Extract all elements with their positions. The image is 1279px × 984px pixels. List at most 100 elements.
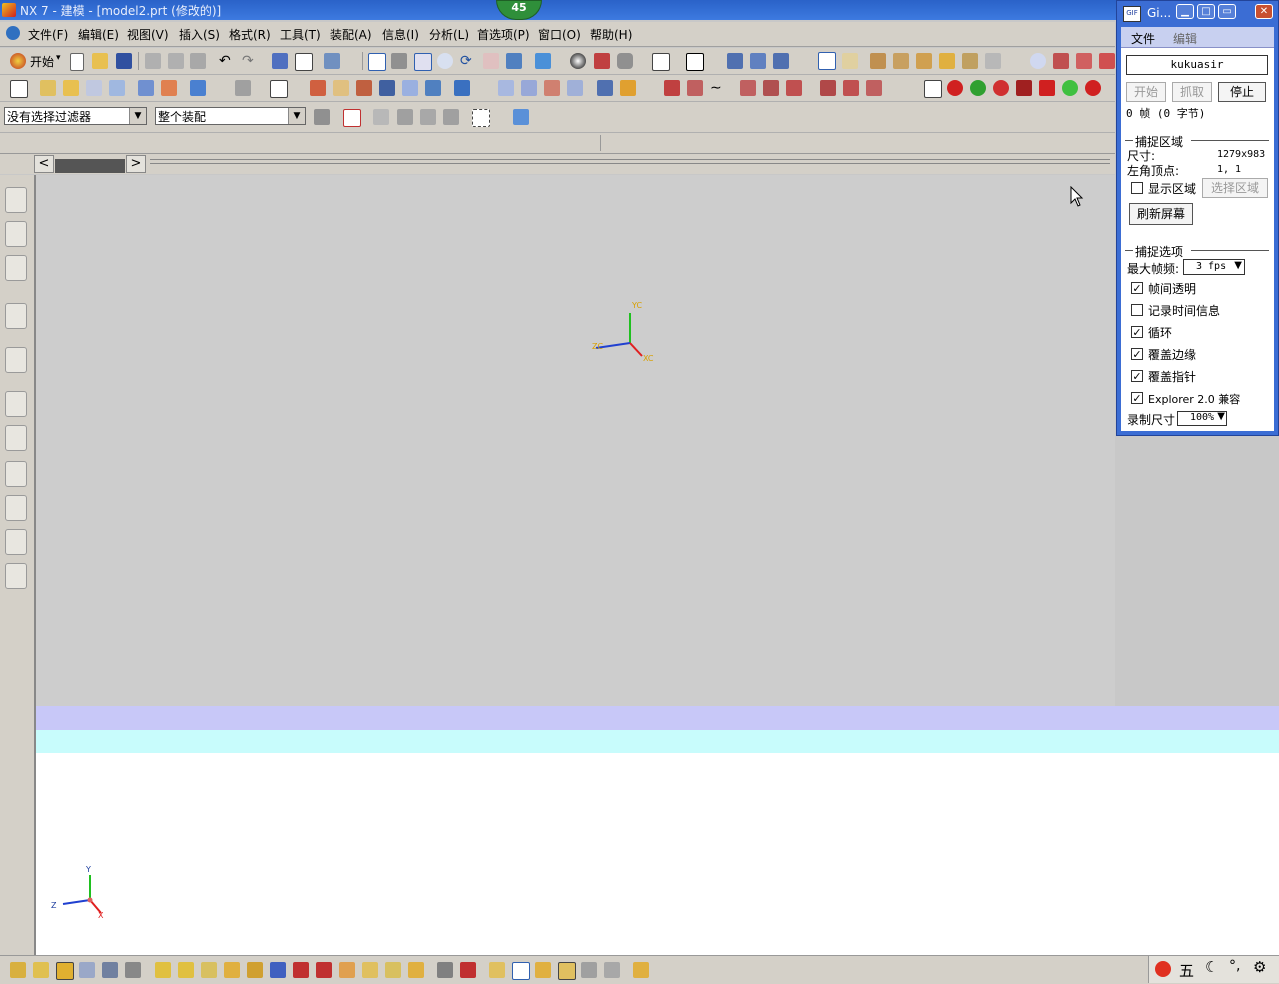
assy-link-icon[interactable]: [178, 962, 194, 978]
select-curve-icon[interactable]: [443, 109, 459, 125]
fillet-icon[interactable]: [843, 80, 859, 96]
offset-icon[interactable]: [425, 80, 441, 96]
chevron-down-icon[interactable]: ▼: [1217, 411, 1225, 422]
assy-expl-icon[interactable]: [201, 962, 217, 978]
cone-icon[interactable]: [1039, 80, 1055, 96]
punctuation-icon[interactable]: °,: [1229, 958, 1240, 974]
perspective-icon[interactable]: [506, 53, 522, 69]
start-button-label[interactable]: 开始: [30, 53, 54, 70]
menu-insert[interactable]: 插入(S): [179, 26, 220, 43]
surface1-icon[interactable]: [498, 80, 514, 96]
surface4-icon[interactable]: [567, 80, 583, 96]
gear-icon[interactable]: ⚙: [1253, 958, 1266, 976]
cover-pointer-checkbox[interactable]: ✓: [1131, 370, 1143, 382]
extrude-icon[interactable]: [310, 80, 326, 96]
book-icon[interactable]: [379, 80, 395, 96]
green-blob-icon[interactable]: [1062, 80, 1078, 96]
filter-gear-icon[interactable]: [314, 109, 330, 125]
process-studio-icon[interactable]: [5, 495, 27, 521]
save-icon[interactable]: [116, 53, 132, 69]
snap-point-icon[interactable]: [343, 109, 361, 127]
max-fps-select[interactable]: 3 fps ▼: [1183, 259, 1245, 275]
start-icon[interactable]: [10, 53, 26, 69]
assy-weld-icon[interactable]: [293, 962, 309, 978]
select-face-icon[interactable]: [397, 109, 413, 125]
bridge-icon[interactable]: [820, 80, 836, 96]
palette-icon[interactable]: [5, 347, 27, 373]
select-edge-icon[interactable]: [420, 109, 436, 125]
scroll-left-button[interactable]: <: [34, 155, 54, 173]
assy-new-icon[interactable]: [33, 962, 49, 978]
red-star-icon[interactable]: [947, 80, 963, 96]
assy-array-icon[interactable]: [79, 962, 95, 978]
green-ring-icon[interactable]: [970, 80, 986, 96]
rect-select-icon[interactable]: [472, 109, 490, 127]
menu-info[interactable]: 信息(I): [382, 26, 419, 43]
slot-icon[interactable]: [138, 80, 154, 96]
undo-icon[interactable]: ↶: [219, 53, 235, 69]
loop-checkbox[interactable]: ✓: [1131, 326, 1143, 338]
select-area-button[interactable]: 选择区域: [1202, 178, 1268, 198]
scroll-right-button[interactable]: >: [126, 155, 146, 173]
wave-icon[interactable]: ∼: [710, 80, 726, 96]
gif-capture-button[interactable]: 抓取: [1172, 82, 1212, 102]
angle-icon[interactable]: [916, 53, 932, 69]
cover-edge-checkbox[interactable]: ✓: [1131, 348, 1143, 360]
cylinder-icon[interactable]: [1016, 80, 1032, 96]
assy-seq-icon[interactable]: [224, 962, 240, 978]
groove-icon[interactable]: [161, 80, 177, 96]
assy-add-icon[interactable]: [10, 962, 26, 978]
menu-file[interactable]: 文件(F): [28, 26, 68, 43]
gif-stop-button[interactable]: 停止: [1218, 82, 1266, 102]
close-icon[interactable]: ✕: [1255, 4, 1273, 19]
sketch-icon[interactable]: [740, 80, 756, 96]
menu-tools[interactable]: 工具(T): [280, 26, 321, 43]
cut-icon[interactable]: [145, 53, 161, 69]
snap2-icon[interactable]: [750, 53, 766, 69]
explorer-compat-checkbox[interactable]: ✓: [1131, 392, 1143, 404]
constraint-navigator-icon[interactable]: [5, 221, 27, 247]
ime-mode-label[interactable]: 五: [1179, 960, 1194, 981]
frame-transparent-checkbox[interactable]: ✓: [1131, 282, 1143, 294]
doc-icon[interactable]: [924, 80, 942, 98]
knowledge-icon[interactable]: [5, 461, 27, 487]
assy-bolt-icon[interactable]: [316, 962, 332, 978]
history-icon[interactable]: [5, 391, 27, 417]
shell-icon[interactable]: [454, 80, 470, 96]
selection-icon[interactable]: [324, 53, 340, 69]
nx-menu-icon[interactable]: [6, 26, 20, 40]
assy-view5-icon[interactable]: [581, 962, 597, 978]
assy-check-icon[interactable]: [270, 962, 286, 978]
magnify-icon[interactable]: [437, 53, 453, 69]
select-back-icon[interactable]: [373, 109, 389, 125]
selection-filter-select[interactable]: 没有选择过滤器 ▼: [4, 107, 147, 125]
restore-icon[interactable]: ▭: [1218, 4, 1236, 19]
minimize-icon[interactable]: ▁: [1176, 4, 1194, 19]
menu-assembly[interactable]: 装配(A): [330, 26, 372, 43]
time-info-checkbox[interactable]: [1131, 304, 1143, 316]
part-icon[interactable]: [513, 109, 529, 125]
boss-icon[interactable]: [63, 80, 79, 96]
chevron-down-icon[interactable]: ▼: [288, 108, 305, 124]
shading-icon[interactable]: [570, 53, 586, 69]
assy-mate-icon[interactable]: [56, 962, 74, 980]
mass-icon[interactable]: [939, 53, 955, 69]
red-gear-icon[interactable]: [993, 80, 1009, 96]
sweep-icon[interactable]: [356, 80, 372, 96]
hole-icon[interactable]: [40, 80, 56, 96]
block-icon[interactable]: [190, 80, 206, 96]
menu-analysis[interactable]: 分析(L): [429, 26, 469, 43]
pencil-icon[interactable]: [272, 53, 288, 69]
graphics-viewport[interactable]: YC XC ZC: [36, 175, 1115, 900]
assy-grp-icon[interactable]: [362, 962, 378, 978]
arc-icon[interactable]: [687, 80, 703, 96]
gif-menu-edit[interactable]: 编辑: [1173, 30, 1197, 47]
moon-icon[interactable]: ☾: [1205, 958, 1218, 976]
assy-more-icon[interactable]: [633, 962, 649, 978]
chevron-down-icon[interactable]: ▼: [1234, 260, 1242, 271]
assembly-scope-select[interactable]: 整个装配 ▼: [155, 107, 306, 125]
new-file-icon[interactable]: [70, 53, 84, 71]
search-icon[interactable]: [1030, 53, 1046, 69]
maximize-icon[interactable]: □: [1197, 4, 1215, 19]
open-folder-icon[interactable]: [92, 53, 108, 69]
